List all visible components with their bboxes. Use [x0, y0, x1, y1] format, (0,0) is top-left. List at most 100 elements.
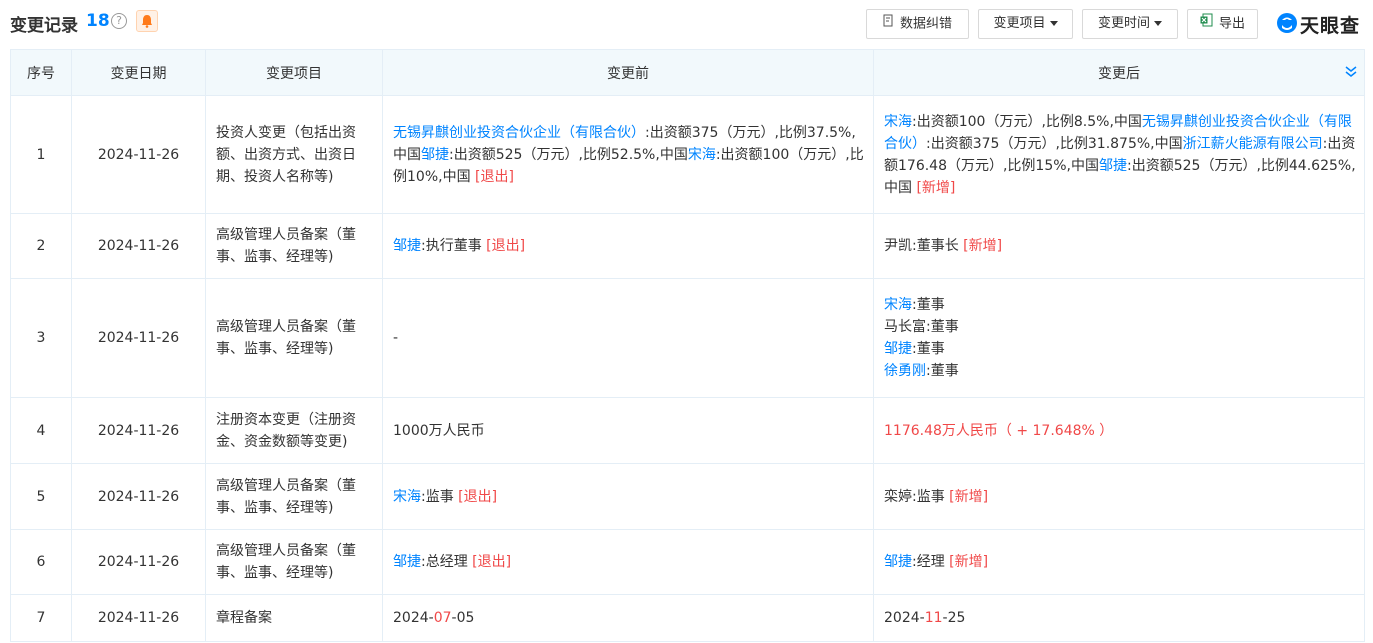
row-index: 3 [10, 278, 72, 398]
detail-text: :董事 [912, 297, 945, 313]
person-link[interactable]: 邹捷 [1099, 158, 1127, 174]
row-item: 高级管理人员备案（董事、监事、经理等) [205, 529, 383, 595]
row-item: 高级管理人员备案（董事、监事、经理等) [205, 463, 383, 530]
new-tag: [新增] [949, 554, 989, 570]
logo-icon [1277, 13, 1297, 33]
date-changed-part: 11 [924, 610, 943, 626]
item-filter-label: 变更项目 [993, 16, 1046, 31]
table-row: 7 2024-11-26 章程备案 2024-07-05 2024-11-25 [10, 594, 1365, 642]
person-link[interactable]: 邹捷 [393, 238, 421, 254]
new-tag: [新增] [949, 488, 989, 505]
person-link[interactable]: 宋海 [884, 114, 912, 130]
row-item: 注册资本变更（注册资金、资金数额等变更) [205, 397, 383, 464]
company-link[interactable]: 浙江薪火能源有限公司 [1183, 136, 1323, 152]
table-row: 1 2024-11-26 投资人变更（包括出资额、出资方式、出资日期、投资人名称… [10, 95, 1365, 214]
person-link[interactable]: 邹捷 [884, 554, 912, 570]
col-header-before: 变更前 [382, 49, 874, 96]
row-date: 2024-11-26 [71, 463, 206, 530]
row-before: 宋海:监事 [退出] [382, 463, 874, 530]
exit-tag: [退出] [472, 554, 512, 570]
date-part: -25 [942, 610, 966, 626]
detail-text: :总经理 [421, 554, 468, 570]
col-header-date: 变更日期 [71, 49, 206, 96]
table-row: 4 2024-11-26 注册资本变更（注册资金、资金数额等变更) 1000万人… [10, 397, 1365, 464]
exit-tag: [退出] [486, 238, 526, 254]
row-after: 邹捷:经理 [新增] [873, 529, 1365, 595]
time-filter-dropdown[interactable]: 变更时间 [1082, 9, 1178, 39]
caret-down-icon [1154, 21, 1162, 26]
person-link[interactable]: 宋海 [688, 147, 716, 163]
row-item: 投资人变更（包括出资额、出资方式、出资日期、投资人名称等) [205, 95, 383, 214]
table-row: 5 2024-11-26 高级管理人员备案（董事、监事、经理等) 宋海:监事 [… [10, 463, 1365, 530]
detail-text: :出资额375（万元）,比例31.875%,中国 [926, 135, 1183, 152]
person-link[interactable]: 宋海 [884, 297, 912, 313]
table-row: 6 2024-11-26 高级管理人员备案（董事、监事、经理等) 邹捷:总经理 … [10, 529, 1365, 595]
record-count: 18 [86, 11, 110, 31]
data-correct-button[interactable]: 数据纠错 [866, 9, 969, 39]
after-line: 宋海:董事 [884, 294, 1356, 316]
detail-text: :执行董事 [421, 238, 482, 254]
row-after: 宋海:出资额100（万元）,比例8.5%,中国无锡昇麒创业投资合伙企业（有限合伙… [873, 95, 1365, 214]
col-header-item: 变更项目 [205, 49, 383, 96]
row-date: 2024-11-26 [71, 278, 206, 398]
row-before: 2024-07-05 [382, 594, 874, 642]
person-link[interactable]: 邹捷 [884, 341, 912, 357]
help-icon[interactable]: ? [111, 13, 127, 29]
expand-chevron-icon[interactable] [1344, 64, 1358, 82]
table-row: 3 2024-11-26 高级管理人员备案（董事、监事、经理等) - 宋海:董事… [10, 278, 1365, 398]
row-date: 2024-11-26 [71, 213, 206, 279]
new-tag: [新增] [916, 179, 956, 196]
bell-icon[interactable] [136, 10, 158, 32]
exit-tag: [退出] [458, 488, 498, 505]
date-part: 2024- [884, 610, 925, 626]
detail-text: :经理 [912, 554, 945, 570]
detail-text: 栾婷:监事 [884, 488, 945, 505]
row-after: 尹凯:董事长 [新增] [873, 213, 1365, 279]
section-title: 变更记录 [10, 16, 78, 36]
row-before: 1000万人民币 [382, 397, 874, 464]
logo-text: 天眼查 [1300, 15, 1361, 37]
export-label: 导出 [1218, 16, 1245, 32]
edit-doc-icon [883, 10, 894, 38]
after-line: 马长富:董事 [884, 319, 959, 335]
detail-text: :董事 [926, 363, 959, 379]
row-index: 2 [10, 213, 72, 279]
export-button[interactable]: 导出 [1187, 9, 1258, 39]
table-row: 2 2024-11-26 高级管理人员备案（董事、监事、经理等) 邹捷:执行董事… [10, 213, 1365, 279]
row-before: 邹捷:执行董事 [退出] [382, 213, 874, 279]
col-header-after-cell: 变更后 [873, 49, 1365, 96]
row-item: 高级管理人员备案（董事、监事、经理等) [205, 213, 383, 279]
row-item: 章程备案 [205, 594, 383, 642]
company-link[interactable]: 无锡昇麒创业投资合伙企业（有限合伙） [393, 125, 645, 141]
person-link[interactable]: 宋海 [393, 489, 421, 505]
data-correct-label: 数据纠错 [899, 16, 952, 32]
exit-tag: [退出] [475, 168, 514, 185]
change-record-table: 序号 变更日期 变更项目 变更前 变更后 1 2024-11-26 投资人变更（… [10, 49, 1365, 642]
header-bar: 变更记录 18 ? 数据纠错 变更项目 变更时间 导出 天眼查 [0, 0, 1373, 48]
row-index: 6 [10, 529, 72, 595]
item-filter-dropdown[interactable]: 变更项目 [978, 9, 1073, 39]
detail-text: :董事 [912, 341, 945, 357]
time-filter-label: 变更时间 [1097, 16, 1150, 31]
row-index: 4 [10, 397, 72, 464]
person-link[interactable]: 邹捷 [421, 147, 449, 163]
row-index: 7 [10, 594, 72, 642]
col-header-after: 变更后 [1098, 65, 1140, 82]
detail-text: :出资额100（万元）,比例8.5%,中国 [912, 113, 1142, 130]
after-line: 邹捷:董事 [884, 338, 1356, 360]
excel-icon [1200, 10, 1213, 38]
row-before: 邹捷:总经理 [退出] [382, 529, 874, 595]
col-header-index: 序号 [10, 49, 72, 96]
row-after: 栾婷:监事 [新增] [873, 463, 1365, 530]
row-date: 2024-11-26 [71, 397, 206, 464]
detail-text: 尹凯:董事长 [884, 238, 959, 254]
row-item: 高级管理人员备案（董事、监事、经理等) [205, 278, 383, 398]
detail-text: :出资额525（万元）,比例52.5%,中国 [449, 146, 688, 163]
row-after: 宋海:董事 马长富:董事 邹捷:董事 徐勇刚:董事 [873, 278, 1365, 398]
new-tag: [新增] [963, 238, 1003, 254]
table-header-row: 序号 变更日期 变更项目 变更前 变更后 [10, 49, 1365, 96]
person-link[interactable]: 徐勇刚 [884, 363, 926, 379]
date-part: 2024- [393, 610, 434, 626]
row-before: - [382, 278, 874, 398]
person-link[interactable]: 邹捷 [393, 554, 421, 570]
